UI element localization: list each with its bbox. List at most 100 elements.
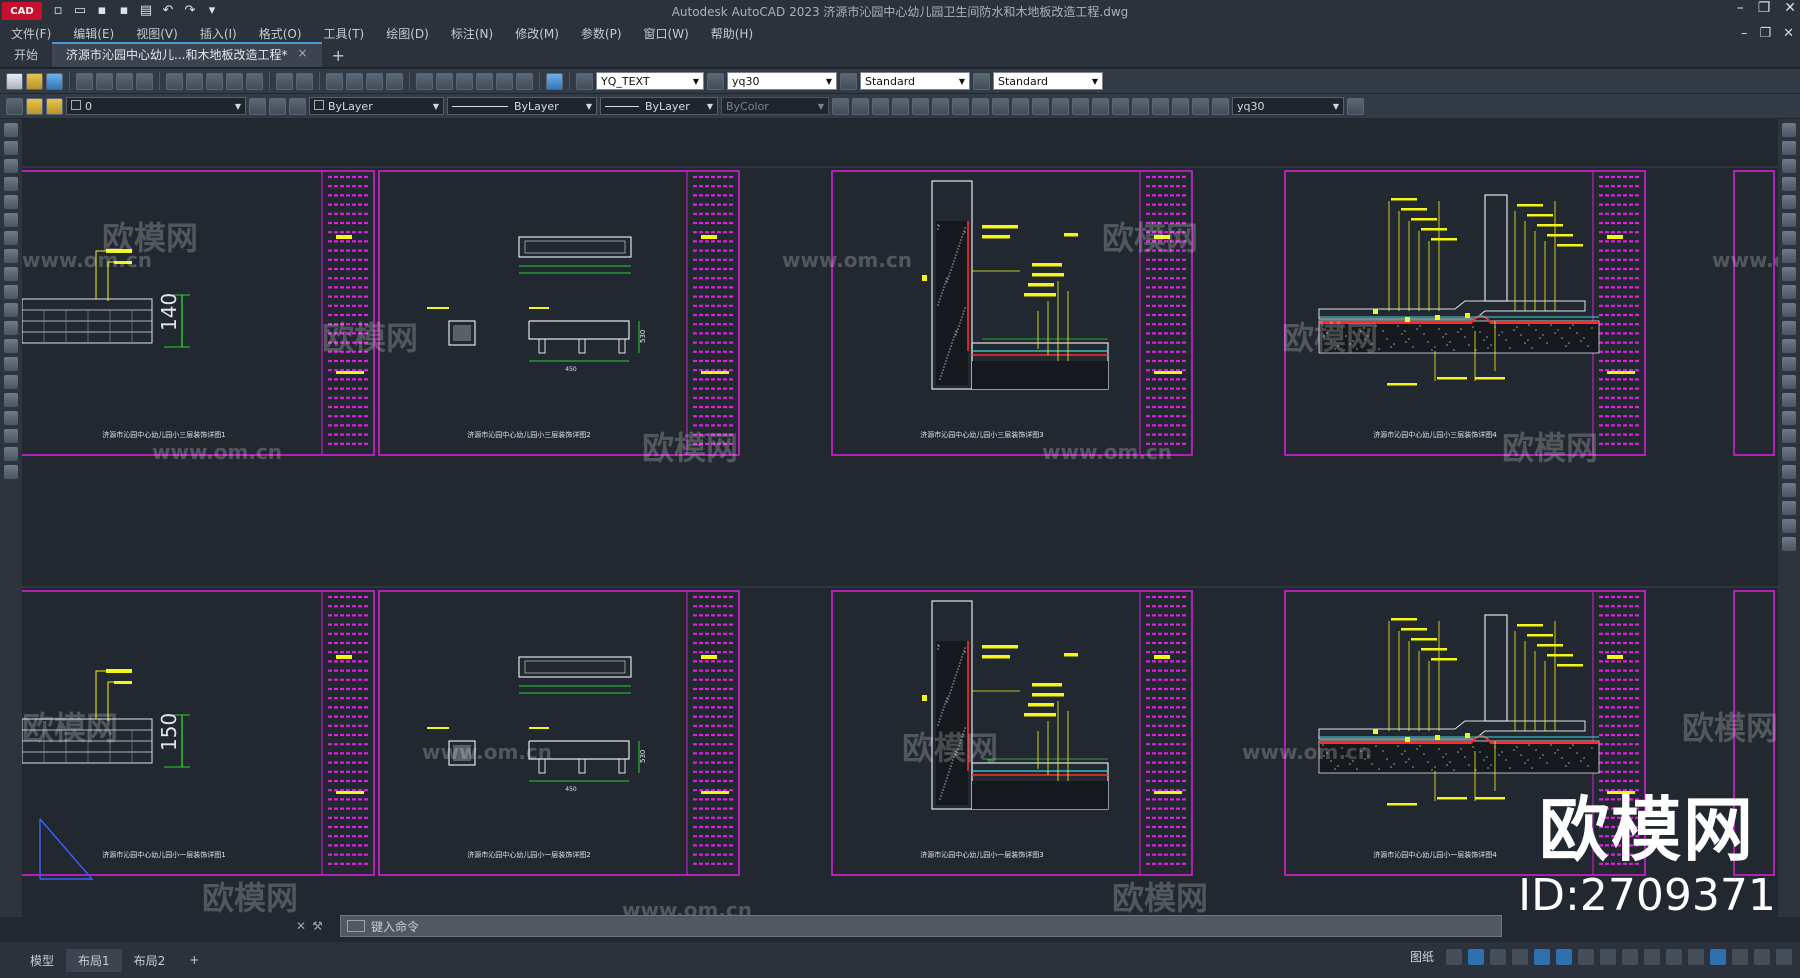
hatch-icon[interactable] bbox=[4, 375, 18, 389]
menu-parametric[interactable]: 参数(P) bbox=[570, 25, 633, 42]
redo-icon[interactable]: ↷ bbox=[182, 3, 198, 19]
layer-state-icon[interactable] bbox=[289, 97, 306, 115]
customization-menu-icon[interactable] bbox=[1776, 948, 1792, 965]
tool-palettes-icon[interactable] bbox=[456, 72, 473, 90]
draworder-under-icon[interactable] bbox=[1782, 501, 1796, 515]
scale-icon[interactable] bbox=[1782, 249, 1796, 263]
dim-update-icon[interactable] bbox=[1212, 97, 1229, 115]
restore-icon[interactable]: ❐ bbox=[1758, 0, 1771, 16]
rotate-icon[interactable] bbox=[1782, 231, 1796, 245]
zoom-realtime-icon[interactable] bbox=[346, 72, 363, 90]
construction-line-icon[interactable] bbox=[4, 141, 18, 155]
menu-help[interactable]: 帮助(H) bbox=[700, 25, 764, 42]
explode-icon[interactable] bbox=[1782, 429, 1796, 443]
center-mark-icon[interactable] bbox=[1112, 97, 1129, 115]
join-icon[interactable] bbox=[1782, 357, 1796, 371]
aligned-dim-icon[interactable] bbox=[852, 97, 869, 115]
sheet-set-icon[interactable] bbox=[476, 72, 493, 90]
menu-file[interactable]: 文件(F) bbox=[0, 25, 62, 42]
command-line-handle[interactable]: ✕ ⚒ bbox=[296, 915, 336, 937]
workspace-gear-icon[interactable] bbox=[1644, 948, 1660, 965]
erase-icon[interactable] bbox=[1782, 123, 1796, 137]
dims-to-front-icon[interactable] bbox=[1782, 537, 1796, 551]
add-selected-icon[interactable] bbox=[4, 465, 18, 479]
dim-space-icon[interactable] bbox=[1052, 97, 1069, 115]
undo-icon[interactable]: ↶ bbox=[160, 3, 176, 19]
menu-insert[interactable]: 插入(I) bbox=[189, 25, 248, 42]
save-as-icon[interactable]: ▪ bbox=[116, 3, 132, 19]
linetype-select[interactable]: ByLayer ▼ bbox=[447, 97, 597, 115]
app-logo[interactable]: CAD bbox=[2, 2, 42, 20]
ordinate-dim-icon[interactable] bbox=[892, 97, 909, 115]
polar-icon[interactable] bbox=[1512, 948, 1528, 965]
gradient-icon[interactable] bbox=[4, 393, 18, 407]
cut-icon[interactable] bbox=[166, 72, 183, 90]
open-file-icon[interactable]: ▭ bbox=[72, 3, 88, 19]
clean-screen-icon[interactable] bbox=[1754, 948, 1770, 965]
model-space-view[interactable]: 济源市沁园中心幼儿园小三层装饰详图1 140 济源市沁园中心幼儿园小三层装饰详图2 5… bbox=[22, 119, 1778, 917]
save-icon[interactable] bbox=[46, 72, 63, 90]
markup-icon[interactable] bbox=[496, 72, 513, 90]
infer-constraints-icon[interactable] bbox=[1468, 948, 1484, 965]
properties-icon[interactable] bbox=[416, 72, 433, 90]
design-center-icon[interactable] bbox=[436, 72, 453, 90]
layout-tab-2[interactable]: 布局2 bbox=[122, 949, 178, 972]
layout-tab-model[interactable]: 模型 bbox=[18, 949, 66, 972]
text-to-front-icon[interactable] bbox=[1782, 519, 1796, 533]
ellipse-icon[interactable] bbox=[4, 285, 18, 299]
inspection-icon[interactable] bbox=[1132, 97, 1149, 115]
plotstyle-select[interactable]: ByColor ▼ bbox=[721, 97, 829, 115]
open-icon[interactable] bbox=[26, 72, 43, 90]
linear-dim-icon[interactable] bbox=[832, 97, 849, 115]
paste-icon[interactable] bbox=[206, 72, 223, 90]
offset-icon[interactable] bbox=[1782, 177, 1796, 191]
menu-window[interactable]: 窗口(W) bbox=[633, 25, 700, 42]
command-prompt-icon[interactable] bbox=[347, 920, 365, 932]
isolate-objects-icon[interactable] bbox=[1732, 948, 1748, 965]
point-icon[interactable] bbox=[4, 357, 18, 371]
dim-edit-icon[interactable] bbox=[1172, 97, 1189, 115]
angular-dim-icon[interactable] bbox=[972, 97, 989, 115]
table-icon[interactable] bbox=[4, 429, 18, 443]
dim-style-select-2[interactable]: yq30 ▼ bbox=[1232, 97, 1344, 115]
color-select[interactable]: ByLayer ▼ bbox=[309, 97, 444, 115]
redo-icon[interactable] bbox=[296, 72, 313, 90]
undo-icon[interactable] bbox=[276, 72, 293, 90]
draworder-front-icon[interactable] bbox=[1782, 447, 1796, 461]
drawing-canvas[interactable]: 济源市沁园中心幼儿园小三层装饰详图1 140 济源市沁园中心幼儿园小三层装饰详图2 5… bbox=[22, 119, 1778, 917]
command-customize-icon[interactable]: ⚒ bbox=[312, 919, 323, 933]
doc-minimize-icon[interactable]: – bbox=[1741, 26, 1748, 41]
paper-space-toggle[interactable]: 图纸 bbox=[1410, 948, 1434, 965]
annotation-scale-icon[interactable] bbox=[1622, 948, 1638, 965]
menu-draw[interactable]: 绘图(D) bbox=[375, 25, 440, 42]
zoom-previous-icon[interactable] bbox=[386, 72, 403, 90]
mleader-style-icon[interactable] bbox=[973, 72, 990, 90]
print-icon[interactable]: ▤ bbox=[138, 3, 154, 19]
blend-curves-icon[interactable] bbox=[1782, 411, 1796, 425]
copy-object-icon[interactable] bbox=[1782, 141, 1796, 155]
rectangle-icon[interactable] bbox=[4, 195, 18, 209]
layer-properties-icon[interactable] bbox=[6, 97, 23, 115]
command-line[interactable]: 键入命令 bbox=[340, 915, 1502, 937]
dim-text-edit-icon[interactable] bbox=[1192, 97, 1209, 115]
draworder-back-icon[interactable] bbox=[1782, 465, 1796, 479]
command-input-placeholder[interactable]: 键入命令 bbox=[371, 918, 419, 935]
fillet-icon[interactable] bbox=[1782, 393, 1796, 407]
stretch-icon[interactable] bbox=[1782, 267, 1796, 281]
tolerance-icon[interactable] bbox=[1092, 97, 1109, 115]
revcloud-icon[interactable] bbox=[4, 249, 18, 263]
menu-view[interactable]: 视图(V) bbox=[125, 25, 189, 42]
polygon-icon[interactable] bbox=[4, 177, 18, 191]
menu-edit[interactable]: 编辑(E) bbox=[62, 25, 125, 42]
pan-icon[interactable] bbox=[326, 72, 343, 90]
object-snap-tracking-icon[interactable] bbox=[1556, 948, 1572, 965]
tab-close-icon[interactable]: × bbox=[297, 46, 307, 63]
spline-icon[interactable] bbox=[4, 267, 18, 281]
match-properties-icon[interactable] bbox=[226, 72, 243, 90]
diameter-dim-icon[interactable] bbox=[952, 97, 969, 115]
menu-tools[interactable]: 工具(T) bbox=[313, 25, 376, 42]
quick-dim-icon[interactable] bbox=[992, 97, 1009, 115]
dim-style-icon[interactable] bbox=[707, 72, 724, 90]
arc-length-icon[interactable] bbox=[872, 97, 889, 115]
zoom-window-icon[interactable] bbox=[366, 72, 383, 90]
